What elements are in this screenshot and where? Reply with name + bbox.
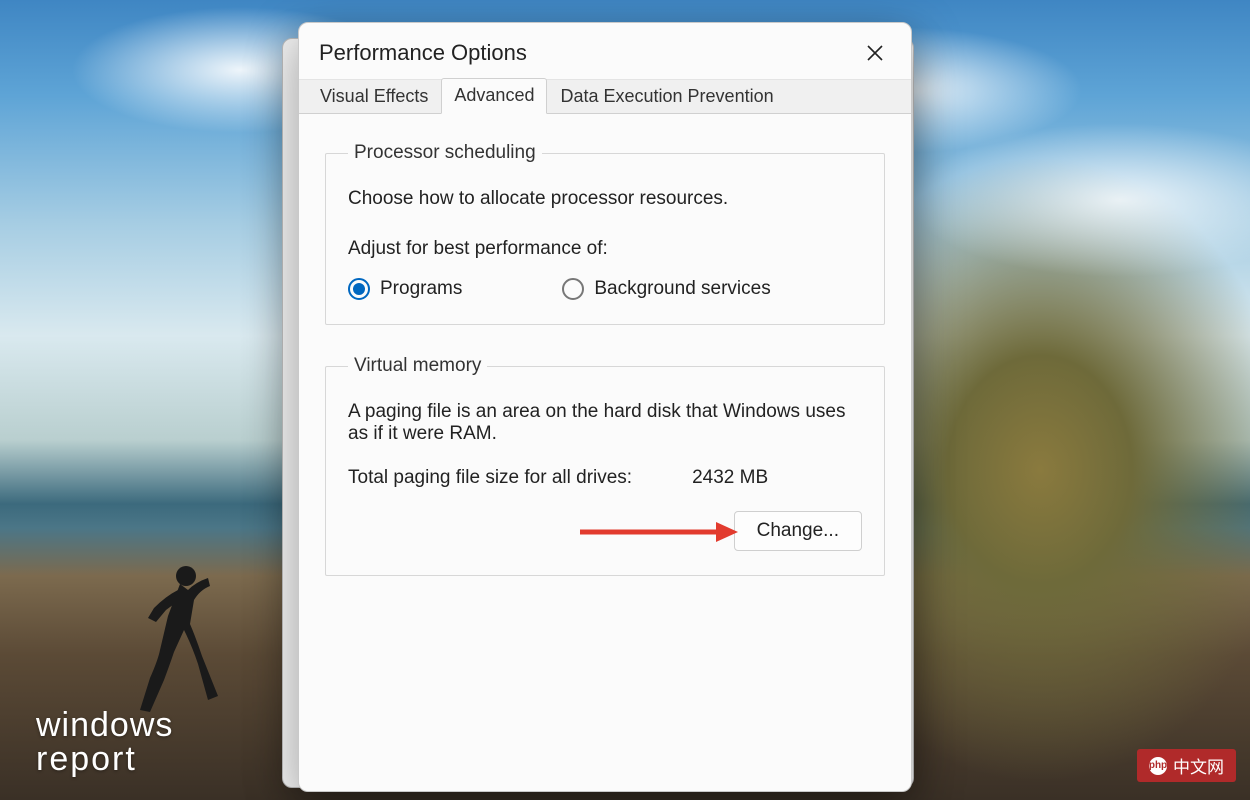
radio-background-label: Background services [594,278,770,300]
change-button[interactable]: Change... [734,511,862,551]
dialog-title: Performance Options [319,40,527,66]
tab-advanced[interactable]: Advanced [441,78,547,114]
radio-programs[interactable]: Programs [348,278,462,300]
badge-text: 中文网 [1173,753,1224,778]
tab-visual-effects[interactable]: Visual Effects [307,79,441,114]
close-button[interactable] [857,37,893,69]
performance-options-dialog: Performance Options Visual Effects Advan… [298,22,912,792]
tab-strip: Visual Effects Advanced Data Execution P… [299,79,911,113]
paging-size-value: 2432 MB [692,467,768,489]
close-icon [867,45,883,61]
paging-size-label: Total paging file size for all drives: [348,467,632,489]
paging-size-row: Total paging file size for all drives: 2… [348,467,862,489]
source-badge: php 中文网 [1137,749,1236,782]
scheduling-radio-group: Programs Background services [348,278,862,300]
change-button-row: Change... [348,511,862,551]
radio-circle-icon [562,278,584,300]
radio-background-services[interactable]: Background services [562,278,770,300]
processor-scheduling-desc: Choose how to allocate processor resourc… [348,188,862,210]
desktop-background: windows report php 中文网 Performance Optio… [0,0,1250,800]
processor-scheduling-legend: Processor scheduling [348,142,542,164]
watermark-line2: report [36,742,173,776]
adjust-label: Adjust for best performance of: [348,238,862,260]
radio-circle-icon [348,278,370,300]
watermark-line1: windows [36,708,173,742]
processor-scheduling-group: Processor scheduling Choose how to alloc… [325,142,885,325]
badge-prefix: php [1149,757,1167,775]
virtual-memory-desc: A paging file is an area on the hard dis… [348,401,862,445]
annotation-arrow-icon [578,519,738,545]
tab-body-advanced: Processor scheduling Choose how to alloc… [299,113,911,791]
virtual-memory-group: Virtual memory A paging file is an area … [325,355,885,576]
titlebar: Performance Options [299,23,911,79]
watermark-logo: windows report [36,708,173,776]
radio-programs-label: Programs [380,278,462,300]
tab-dep[interactable]: Data Execution Prevention [547,79,786,114]
runner-silhouette [130,560,220,720]
virtual-memory-legend: Virtual memory [348,355,487,377]
